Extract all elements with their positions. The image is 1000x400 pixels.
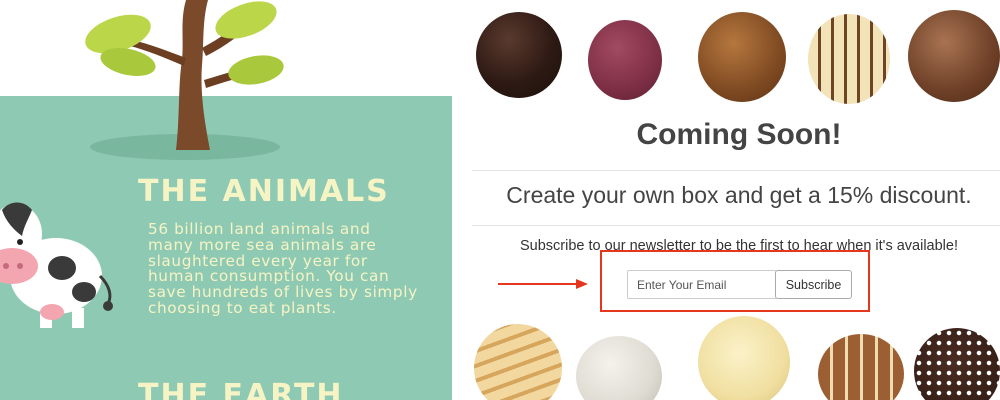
divider-bottom [472,225,1000,226]
coming-soon-heading: Coming Soon! [636,118,842,151]
tree-illustration [85,0,284,150]
cow-illustration [0,202,113,328]
truffle-white-swirl [474,324,562,400]
red-arrow-icon [498,279,588,289]
truffle-white-ruffled [698,316,790,400]
promo-panel: Coming Soon! Create your own box and get… [452,0,1000,400]
truffle-dark-chocolate [476,12,562,98]
animals-heading: THE ANIMALS [138,174,390,209]
truffle-milk-drizzle [908,10,1000,102]
subscribe-button[interactable]: Subscribe [775,270,852,299]
truffle-sprinkled [914,328,1000,400]
truffle-coconut [576,336,662,400]
email-input[interactable] [627,270,777,299]
earth-heading: THE EARTH [138,378,344,400]
animals-description: 56 billion land animals and many more se… [148,220,418,317]
infographic-panel: THE ANIMALS 56 billion land animals and … [0,0,452,400]
truffle-raspberry [588,20,662,100]
discount-offer-text: Create your own box and get a 15% discou… [506,182,972,208]
truffle-white-striped [808,14,890,104]
truffle-caramel-drizzle [698,12,786,102]
divider-top [472,170,1000,171]
truffle-milk-striped [818,334,904,400]
